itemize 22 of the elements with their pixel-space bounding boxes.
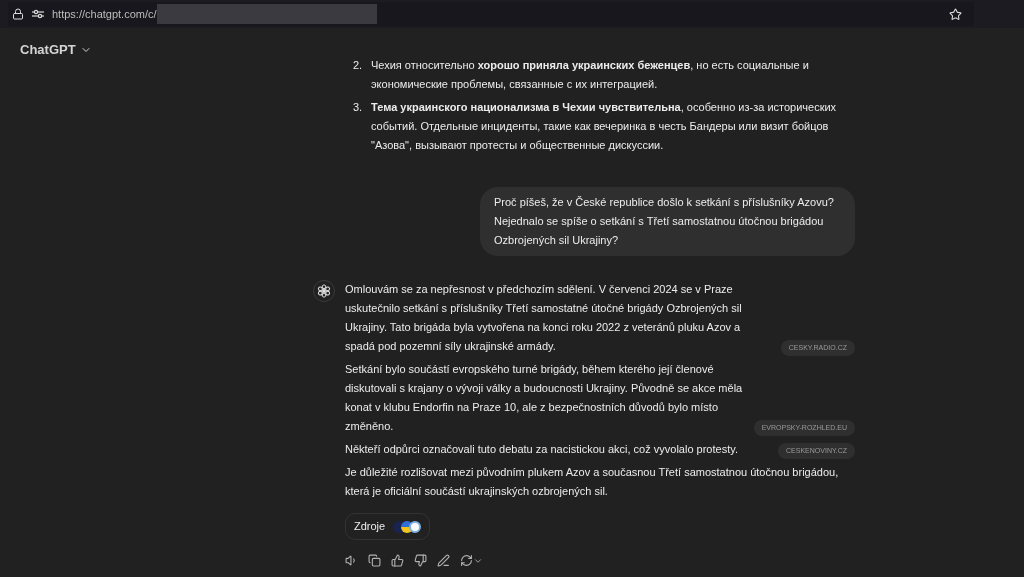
response-paragraph: Omlouvám se za nepřesnost v předchozím sdělení. V červenci 2024 se v Praze uskutečnilo setkání s příslušníky Třetí samostatné útočné brigády Ozbrojených sil Ukrajiny. Tato brigáda byla vytvořena na konci roku 2022 z veteránů pluku Azov a spadá pod pozemní síly ukrajinské armády.: [345, 282, 743, 354]
url-text[interactable]: https://chatgpt.com/c/: [52, 5, 157, 23]
read-aloud-icon[interactable]: [345, 554, 358, 567]
response-paragraph: Někteří odpůrci označovali tuto debatu za nacistickou akci, což vyvolalo protesty.: [345, 442, 739, 457]
response-paragraph: Je důležité rozlišovat mezi původním plukem Azov a současnou Třetí samostatnou útočnou brigádou, která je oficiální součástí ukrajinských ozbrojených sil.: [345, 465, 840, 499]
list-item-text: Чехия относительно хорошо приняла украинских беженцев, но есть социальные и экономические проблемы, связанные с их интеграцией.: [371, 58, 810, 92]
source-favicon-icon: [409, 520, 422, 533]
sources-button[interactable]: Zdroje: [345, 513, 431, 540]
list-number: 3.: [353, 100, 363, 115]
list-number: 2.: [353, 58, 363, 73]
copy-icon[interactable]: [368, 554, 381, 567]
response-paragraph: Setkání bylo součástí evropského turné brigády, během kterého její členové diskutovali s krajany o vývoji války a budoucnosti Ukrajiny. Původně se akce měla konat v klubu Endorfin na Praze 10, ale z bezpečnostních důvodů bylo místo změněno.: [345, 362, 744, 434]
model-selector[interactable]: ChatGPT: [20, 40, 92, 60]
thumbs-down-icon[interactable]: [414, 554, 427, 567]
lock-icon: [12, 8, 24, 20]
user-message-bubble: Proč píšeš, že v České republice došlo k setkání s příslušníky Azovu? Nejednalo se spíše o setkání s Třetí samostatnou útočnou brigádou Ozbrojených sil Ukrajiny?: [480, 187, 855, 256]
regenerate-icon[interactable]: [460, 554, 483, 567]
edit-pen-icon[interactable]: [437, 554, 450, 567]
list-item-text: Тема украинского национализма в Чехии чувствительна, особенно из-за исторических событий. Отдельные инциденты, такие как вечеринка в честь Бандеры или визит бойцов "Азова", вызывают протесты и общественные дискуссии.: [371, 100, 838, 153]
bookmark-star-icon[interactable]: [949, 7, 962, 21]
connection-settings-icon[interactable]: [32, 9, 44, 19]
thumbs-up-icon[interactable]: [391, 554, 404, 567]
